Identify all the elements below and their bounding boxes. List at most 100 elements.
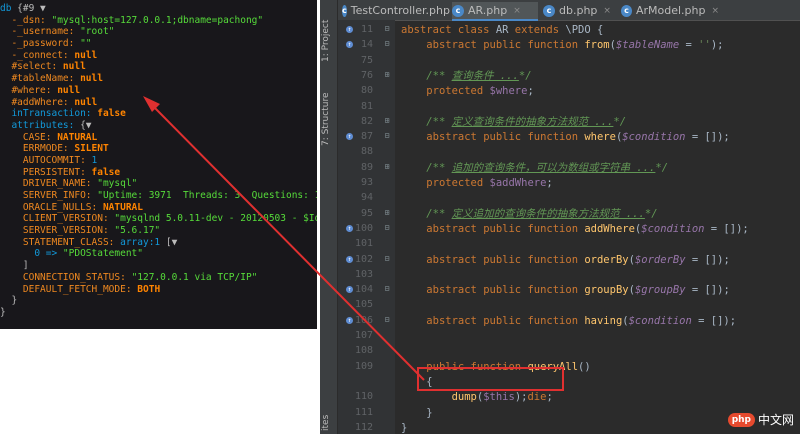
php-class-icon: c bbox=[543, 4, 555, 17]
fold-toggle-icon[interactable]: ⊟ bbox=[382, 24, 392, 34]
dump-token: "5.6.17" bbox=[114, 225, 161, 237]
dump-line: #where: null bbox=[0, 85, 317, 97]
code-token: } bbox=[426, 406, 433, 419]
gutter-line: 89 ⊞ bbox=[338, 161, 395, 176]
code-token: /** bbox=[426, 115, 452, 128]
editor-tab-bar: cTestController.php×cAR.php×cdb.php×cArM… bbox=[338, 0, 800, 21]
gutter-line: 76 ⊞ bbox=[338, 69, 395, 84]
php-class-icon: c bbox=[342, 4, 347, 17]
line-number: 106 bbox=[354, 314, 373, 326]
editor-tab[interactable]: c db.php × bbox=[543, 2, 617, 19]
override-marker-icon[interactable]: ↑ bbox=[346, 286, 353, 294]
close-icon[interactable]: × bbox=[603, 6, 611, 16]
editor-tab-label: TestController.php bbox=[350, 4, 450, 17]
php-class-icon: c bbox=[452, 4, 464, 17]
dump-token: {#9 ▼ bbox=[17, 3, 46, 14]
close-icon[interactable]: × bbox=[711, 6, 719, 16]
line-number: 87 bbox=[360, 131, 373, 143]
line-number: 112 bbox=[354, 421, 373, 433]
code-token: */ bbox=[644, 207, 658, 220]
dump-token: "mysqlnd 5.0.11-dev - 20120503 - $Id: bf bbox=[114, 213, 317, 225]
watermark-badge: php bbox=[727, 412, 755, 427]
site-watermark: php 中文网 bbox=[727, 411, 794, 428]
favorites-tool-tab[interactable]: ites bbox=[321, 412, 336, 434]
editor-tab[interactable]: cTestController.php× bbox=[342, 2, 464, 19]
dump-token: SERVER_VERSION: bbox=[0, 225, 115, 237]
fold-toggle-icon[interactable]: ⊞ bbox=[382, 70, 392, 80]
dump-line: PERSISTENT: false bbox=[0, 167, 317, 179]
fold-toggle-icon[interactable]: ⊟ bbox=[382, 39, 392, 49]
fold-toggle-icon[interactable]: ⊟ bbox=[382, 315, 392, 325]
fold-toggle-icon[interactable]: ⊟ bbox=[382, 223, 392, 233]
dump-token: null bbox=[74, 49, 98, 61]
code-token: = []); bbox=[685, 253, 730, 266]
gutter-line: 110 bbox=[338, 390, 395, 405]
dump-line: -_connect: null bbox=[0, 50, 317, 62]
dump-line: AUTOCOMMIT: 1 bbox=[0, 155, 317, 167]
dump-token: false bbox=[97, 108, 126, 120]
code-line: /** 追加的查询条件，可以为数组或字符串 ...*/ bbox=[401, 161, 800, 176]
project-tool-tab[interactable]: 1: Project bbox=[321, 14, 336, 68]
dump-token: array:1 bbox=[120, 236, 166, 248]
line-number: 75 bbox=[360, 54, 373, 66]
code-token: ; bbox=[546, 177, 553, 189]
gutter-line: 93 bbox=[338, 176, 395, 191]
gutter-line: 107 bbox=[338, 329, 395, 344]
dump-token: CASE: bbox=[0, 131, 58, 143]
gutter-line: 105 bbox=[338, 298, 395, 313]
dump-line: ] bbox=[0, 260, 317, 272]
close-icon[interactable]: × bbox=[513, 6, 521, 16]
gutter-line: 88 bbox=[338, 145, 395, 160]
override-marker-icon[interactable]: ↑ bbox=[346, 224, 353, 232]
gutter-line: 75 bbox=[338, 54, 395, 69]
dump-line: CLIENT_VERSION: "mysqlnd 5.0.11-dev - 20… bbox=[0, 213, 317, 225]
dump-token: [▼ bbox=[165, 236, 178, 248]
dump-token: "root" bbox=[80, 26, 115, 38]
fold-toggle-icon[interactable]: ⊞ bbox=[382, 116, 392, 126]
structure-tool-tab[interactable]: 7: Structure bbox=[321, 88, 336, 150]
code-token: dump bbox=[451, 391, 477, 404]
fold-toggle-icon[interactable]: ⊟ bbox=[382, 131, 392, 141]
code-token: = []); bbox=[704, 222, 749, 235]
code-token: 查询条件 ... bbox=[451, 69, 519, 82]
code-token: $addWhere bbox=[489, 177, 547, 189]
fold-toggle-icon[interactable]: ⊟ bbox=[382, 254, 392, 264]
dump-token: STATEMENT_CLASS: bbox=[0, 236, 121, 248]
dump-token: null bbox=[57, 84, 81, 96]
dump-line: SERVER_INFO: "Uptime: 3971 Threads: 3 Qu… bbox=[0, 190, 317, 202]
dump-token: NATURAL bbox=[102, 201, 143, 213]
dump-token: "mysql" bbox=[97, 178, 138, 190]
line-number: 93 bbox=[360, 177, 373, 188]
dump-token: "Uptime: 3971 Threads: 3 Questions: 1727 bbox=[97, 190, 317, 201]
tool-window-strip: 1: Project 7: Structure ites bbox=[320, 0, 338, 434]
line-number: 108 bbox=[354, 345, 373, 357]
override-marker-icon[interactable]: ↑ bbox=[346, 316, 353, 324]
code-token: */ bbox=[655, 161, 669, 174]
dump-token: "127.0.0.1 via TCP/IP" bbox=[131, 271, 258, 283]
gutter-line: 82 ⊞ bbox=[338, 115, 395, 130]
override-marker-icon[interactable]: ↑ bbox=[346, 26, 353, 33]
code-line: protected $where; bbox=[401, 84, 800, 99]
editor-tab[interactable]: c ArModel.php × bbox=[621, 2, 719, 19]
override-marker-icon[interactable]: ↑ bbox=[346, 41, 353, 49]
code-token: '' bbox=[698, 39, 711, 52]
dump-line: attributes: {▼ bbox=[0, 120, 317, 132]
fold-toggle-icon[interactable]: ⊞ bbox=[382, 208, 392, 218]
code-token: 定义查询条件的抽象方法规范 ... bbox=[451, 115, 614, 128]
code-token: = bbox=[679, 39, 699, 52]
code-token: AR bbox=[495, 24, 515, 36]
line-number: 11 bbox=[360, 24, 373, 35]
override-marker-icon[interactable]: ↑ bbox=[346, 133, 353, 141]
fold-toggle-icon[interactable]: ⊟ bbox=[382, 284, 392, 294]
code-token: protected bbox=[426, 85, 490, 98]
editor-tab[interactable]: c AR.php × bbox=[452, 2, 538, 21]
override-marker-icon[interactable]: ↑ bbox=[346, 255, 353, 263]
dump-line: #tableName: null bbox=[0, 73, 317, 85]
fold-toggle-icon[interactable]: ⊞ bbox=[382, 162, 392, 172]
